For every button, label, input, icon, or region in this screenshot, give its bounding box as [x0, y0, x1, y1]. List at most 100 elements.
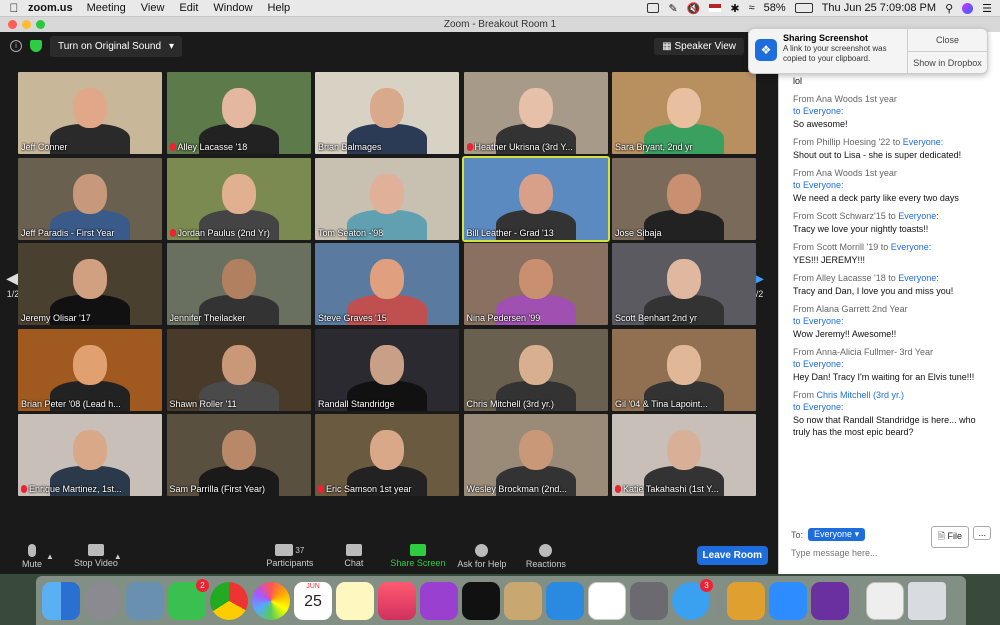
participant-video-tile[interactable]: Sam Parrilla (First Year) — [166, 414, 311, 496]
participant-video-tile[interactable]: Randall Standridge — [315, 328, 459, 411]
app-store-icon[interactable] — [546, 581, 584, 620]
chat-recipient[interactable]: to Everyone: — [793, 180, 844, 190]
participant-video-tile[interactable]: Jennifer Theilacker — [166, 243, 311, 325]
acrobat-icon[interactable] — [588, 581, 626, 620]
menu-help[interactable]: Help — [268, 2, 291, 14]
clock[interactable]: Thu Jun 25 7:09:08 PM — [822, 2, 936, 14]
participant-video-tile[interactable]: Jeremy Olisar '17 — [18, 243, 162, 325]
search-icon[interactable]: ⚲ — [945, 2, 953, 15]
participant-video-tile[interactable]: Nina Pedersen '99 — [463, 243, 608, 325]
chat-message-list[interactable]: to Everyone: lol From Ana Woods 1st year to… — [779, 62, 1000, 444]
ask-for-help-button[interactable]: Ask for Help — [450, 543, 514, 569]
menu-meeting[interactable]: Meeting — [87, 2, 126, 14]
chat-recipient[interactable]: to Everyone: — [793, 402, 844, 412]
participant-video-tile[interactable]: Jeff Conner — [18, 72, 162, 154]
chat-recipient[interactable]: Everyone: — [891, 242, 932, 252]
minimize-window-icon[interactable] — [22, 20, 31, 29]
participant-name-text: Sam Parrilla (First Year) — [169, 484, 266, 494]
participant-video-tile[interactable]: Jose Sibaja — [612, 157, 756, 240]
participant-video-tile[interactable]: Bill Leather - Grad '13 — [461, 155, 610, 242]
participant-video-tile[interactable]: Brian Peter '08 (Lead h... — [18, 328, 162, 411]
keynote-icon[interactable] — [727, 581, 765, 620]
menu-window[interactable]: Window — [213, 2, 252, 14]
chat-message-header: From Scott Schwarz'15 to Everyone: — [793, 210, 987, 222]
wifi-icon[interactable]: ≈ — [749, 2, 755, 14]
notification-close-button[interactable]: Close — [908, 29, 987, 51]
participant-video-tile[interactable]: Enrique Martinez, 1st... — [18, 414, 162, 496]
pen-icon[interactable]: ✎ — [668, 2, 677, 15]
apple-tv-icon[interactable] — [462, 581, 500, 620]
podcasts-icon[interactable] — [420, 581, 458, 620]
chat-recipient[interactable]: Everyone: — [898, 273, 939, 283]
notes-icon[interactable] — [336, 581, 374, 620]
leave-room-button[interactable]: Leave Room — [696, 546, 768, 565]
participant-video-tile[interactable]: Eric Samson 1st year — [315, 414, 459, 496]
participant-video-tile[interactable]: Gil '04 & Tina Lapoint... — [612, 328, 756, 411]
participant-video-tile[interactable]: Alley Lacasse '18 — [166, 72, 311, 154]
chat-button[interactable]: Chat — [322, 544, 386, 568]
show-in-dropbox-button[interactable]: Show in Dropbox — [908, 51, 987, 74]
participant-video-tile[interactable]: Heather Ukrisna (3rd Y... — [463, 72, 608, 154]
more-options-button[interactable]: ... — [973, 526, 991, 540]
document-icon[interactable] — [866, 581, 904, 620]
participant-video-tile[interactable]: Sara Bryant, 2nd yr — [612, 72, 756, 154]
info-icon[interactable]: i — [10, 40, 22, 52]
menu-app[interactable]: zoom.us — [28, 2, 73, 14]
participant-video-tile[interactable]: Jordan Paulus (2nd Yr) — [166, 157, 311, 240]
photos-icon[interactable] — [252, 581, 290, 620]
recipient-select[interactable]: Everyone ▾ — [808, 528, 866, 541]
chrome-icon[interactable] — [210, 581, 248, 620]
speaker-view-button[interactable]: ▦ Speaker View — [654, 38, 744, 55]
participant-video-tile[interactable]: Brian Balmages — [315, 72, 459, 154]
flag-icon[interactable] — [709, 4, 722, 12]
pages-icon[interactable] — [504, 581, 542, 620]
menu-edit[interactable]: Edit — [179, 2, 198, 14]
security-shield-icon[interactable] — [30, 40, 42, 52]
facetime-icon[interactable]: 2 — [168, 578, 209, 620]
music-icon[interactable] — [378, 581, 416, 620]
message-input[interactable] — [791, 548, 991, 558]
imovie-icon[interactable] — [811, 581, 849, 620]
maximize-window-icon[interactable] — [36, 20, 45, 29]
system-preferences-icon[interactable] — [630, 581, 668, 620]
participant-video-tile[interactable]: Shawn Roller '11 — [166, 328, 311, 411]
zoom-icon[interactable] — [769, 581, 807, 620]
original-sound-button[interactable]: Turn on Original Sound ▾ — [50, 35, 183, 57]
chevron-down-icon[interactable]: ▾ — [169, 41, 174, 52]
participant-video-tile[interactable]: Chris Mitchell (3rd yr.) — [463, 328, 608, 411]
mail-stamp-icon[interactable] — [126, 581, 164, 620]
participants-button[interactable]: 37 Participants — [258, 544, 322, 568]
chat-recipient[interactable]: Everyone: — [898, 211, 939, 221]
participant-video-tile[interactable]: Wesley Brockman (2nd... — [463, 414, 608, 496]
audio-options-chevron-icon[interactable]: ▲ — [46, 552, 54, 561]
close-window-icon[interactable] — [8, 20, 17, 29]
finder-icon[interactable] — [42, 581, 80, 620]
calendar-icon[interactable]: JUN 25 — [294, 581, 332, 620]
video-options-chevron-icon[interactable]: ▲ — [114, 552, 122, 561]
participant-video-tile[interactable]: Jeff Paradis - First Year — [18, 157, 162, 240]
messages-icon[interactable]: 3 — [672, 578, 713, 620]
participant-video-tile[interactable]: Katie Takahashi (1st Y... — [612, 414, 756, 496]
zoom-status-icon[interactable] — [647, 3, 660, 13]
chat-recipient[interactable]: to Everyone: — [793, 106, 844, 116]
chat-recipient[interactable]: to Everyone: — [793, 359, 844, 369]
apple-icon[interactable]:  — [0, 1, 28, 15]
trash-icon[interactable] — [908, 581, 946, 620]
launchpad-icon[interactable] — [84, 581, 122, 620]
notification-center-icon[interactable]: ☰ — [982, 2, 992, 15]
mute-button[interactable]: Mute — [0, 543, 64, 569]
participant-video-tile[interactable]: Steve Graves '15 — [315, 243, 459, 325]
siri-icon[interactable] — [962, 2, 974, 14]
bluetooth-icon[interactable]: ✱ — [730, 2, 739, 15]
menu-view[interactable]: View — [141, 2, 165, 14]
chat-recipient[interactable]: Everyone: — [903, 137, 944, 147]
participant-video-tile[interactable]: Scott Benhart 2nd yr — [612, 243, 756, 325]
participant-video-tile[interactable]: Tom Seaton -'98 — [315, 157, 459, 240]
battery-percent[interactable]: 58% — [764, 2, 786, 14]
share-screen-button[interactable]: Share Screen — [386, 544, 450, 568]
chat-recipient[interactable]: to Everyone: — [793, 316, 844, 326]
chat-sender-link[interactable]: Chris Mitchell (3rd yr.) — [817, 390, 905, 400]
reactions-button[interactable]: Reactions — [514, 543, 578, 569]
mute-status-icon[interactable]: 🔇 — [687, 2, 701, 15]
file-button[interactable]: 🗎 File — [930, 526, 969, 548]
